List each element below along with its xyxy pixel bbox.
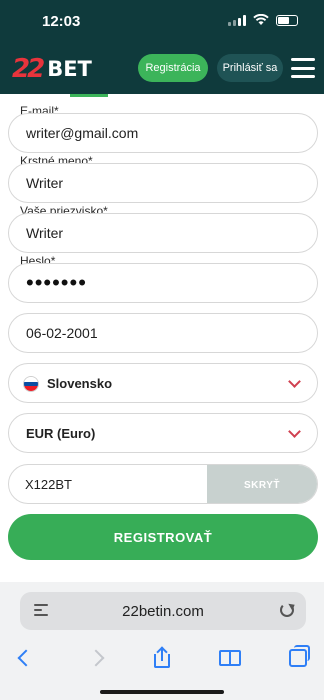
currency-select[interactable]: EUR (Euro) [8, 413, 318, 453]
bookmarks-button[interactable] [212, 640, 248, 676]
password-field[interactable]: ••••••• [8, 263, 318, 303]
last-name-field[interactable]: Writer [8, 213, 318, 253]
birth-date-value: 06-02-2001 [26, 325, 98, 341]
tabs-button[interactable] [280, 640, 316, 676]
logo-text: BET [47, 57, 92, 81]
register-button[interactable]: Registrácia [138, 54, 208, 82]
share-icon [154, 646, 170, 668]
promo-code-value: X122BT [25, 477, 72, 492]
back-arrow-icon [17, 649, 35, 667]
status-icons [228, 14, 298, 26]
promo-code-field[interactable]: X122BT SKRYŤ [8, 464, 318, 504]
forward-arrow-icon [87, 649, 105, 667]
first-name-field[interactable]: Writer [8, 163, 318, 203]
password-value: ••••••• [26, 270, 87, 295]
logo[interactable]: 22 BET [12, 54, 92, 84]
browser-toolbar: 22betin.com [0, 582, 324, 700]
currency-value: EUR (Euro) [26, 426, 96, 441]
first-name-value: Writer [26, 175, 64, 191]
battery-icon [276, 14, 298, 26]
chevron-down-icon [288, 375, 301, 388]
birth-date-field[interactable]: 06-02-2001 [8, 313, 318, 353]
tab-strip [0, 94, 324, 97]
app-header: 22 BET Registrácia Prihlásiť sa [0, 44, 324, 94]
slovakia-flag-icon [23, 376, 39, 392]
logo-number: 22 [12, 54, 45, 84]
country-value: Slovensko [47, 376, 113, 391]
country-select[interactable]: Slovensko [8, 363, 318, 403]
cellular-signal-icon [228, 14, 246, 26]
status-time: 12:03 [42, 13, 81, 30]
last-name-value: Writer [26, 225, 64, 241]
home-indicator [100, 690, 224, 694]
back-button[interactable] [8, 640, 44, 676]
hamburger-menu-icon[interactable] [291, 58, 315, 78]
url-text: 22betin.com [122, 603, 204, 620]
status-bar: 12:03 [0, 0, 324, 44]
login-button[interactable]: Prihlásiť sa [217, 54, 283, 82]
book-icon [219, 650, 241, 666]
reload-icon[interactable] [280, 603, 294, 617]
chevron-down-icon [288, 425, 301, 438]
email-field[interactable]: writer@gmail.com [8, 113, 318, 153]
browser-nav-row [0, 640, 324, 676]
forward-button[interactable] [78, 640, 114, 676]
wifi-icon [253, 14, 269, 25]
address-bar[interactable]: 22betin.com [20, 592, 306, 630]
tabs-icon [289, 645, 310, 667]
share-button[interactable] [144, 640, 180, 676]
submit-register-button[interactable]: REGISTROVAŤ [8, 514, 318, 560]
hide-promo-button[interactable]: SKRYŤ [207, 465, 317, 503]
email-value: writer@gmail.com [26, 125, 139, 141]
